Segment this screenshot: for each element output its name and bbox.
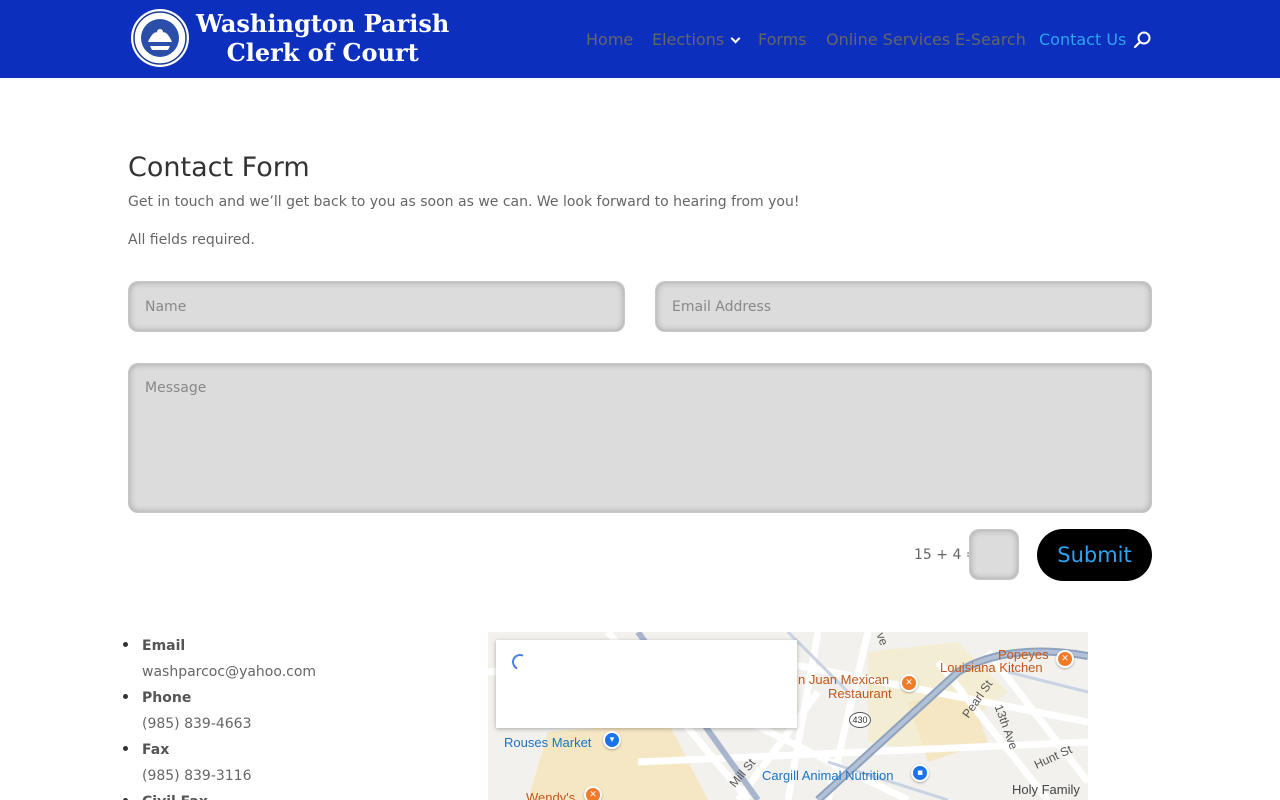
contact-fax-label: Fax — [142, 742, 170, 758]
restaurant-pin-icon[interactable]: ✕ — [1056, 650, 1074, 668]
map-poi-holy-family[interactable]: Holy Family — [1012, 782, 1080, 797]
captcha-question: 15 + 4 = — [914, 547, 978, 563]
nav-online-services[interactable]: Online Services — [826, 30, 950, 49]
shopping-cart-pin-icon[interactable]: ▾ — [603, 731, 621, 749]
map-poi-juan-mexican[interactable]: n Juan Mexican — [798, 672, 889, 687]
contact-fax-value: (985) 839-3116 — [142, 768, 252, 784]
page-title: Contact Form — [128, 152, 310, 183]
list-item: Fax (985) 839-3116 — [120, 737, 316, 789]
chevron-down-icon — [730, 33, 741, 44]
captcha-field-wrapper — [969, 529, 1019, 580]
name-field-wrapper — [128, 281, 625, 332]
required-note: All fields required. — [128, 232, 255, 248]
email-field-wrapper — [655, 281, 1152, 332]
nav-e-search[interactable]: E-Search — [955, 30, 1026, 49]
route-shield-icon: 430 — [849, 712, 871, 728]
map-poi-rouses-market[interactable]: Rouses Market — [504, 735, 591, 750]
nav-elections-label: Elections — [652, 30, 725, 49]
submit-button[interactable]: Submit — [1037, 529, 1152, 581]
contact-details-list: Email washparcoc@yahoo.com Phone (985) 8… — [120, 633, 316, 800]
logo-title: Washington Parish — [196, 9, 450, 38]
site-header: Washington Parish Clerk of Court Home El… — [0, 0, 1280, 78]
map-poi-cargill-animal-nutrition[interactable]: Cargill Animal Nutrition — [762, 768, 894, 783]
form-intro-text: Get in touch and we’ll get back to you a… — [128, 194, 800, 210]
nav-elections[interactable]: Elections — [652, 30, 741, 49]
embedded-map[interactable]: Popeyes Louisiana Kitchen ✕ n Juan Mexic… — [488, 632, 1088, 800]
message-textarea[interactable] — [145, 380, 1151, 512]
logo-text: Washington Parish Clerk of Court — [196, 9, 449, 67]
restaurant-pin-icon[interactable]: ✕ — [584, 786, 602, 800]
site-logo[interactable]: Washington Parish Clerk of Court — [130, 8, 449, 68]
email-input[interactable] — [672, 282, 1151, 331]
list-item: Email washparcoc@yahoo.com — [120, 633, 316, 685]
louisiana-seal-icon — [131, 9, 189, 67]
contact-phone-label: Phone — [142, 690, 192, 706]
loading-spinner-icon — [509, 651, 531, 673]
contact-email-value: washparcoc@yahoo.com — [142, 664, 317, 680]
list-item: Phone (985) 839-4663 — [120, 685, 316, 737]
nav-forms[interactable]: Forms — [758, 30, 807, 49]
contact-phone-value: (985) 839-4663 — [142, 716, 252, 732]
contact-civil-fax-label: Civil Fax — [142, 789, 316, 800]
list-item: Civil Fax — [120, 789, 316, 800]
restaurant-pin-icon[interactable]: ✕ — [900, 674, 918, 692]
map-poi-restaurant[interactable]: Restaurant — [828, 686, 892, 701]
nav-contact-us[interactable]: Contact Us — [1039, 30, 1126, 49]
map-loading-overlay — [496, 640, 797, 728]
logo-subtitle: Clerk of Court — [226, 38, 419, 67]
name-input[interactable] — [145, 282, 624, 331]
nav-home[interactable]: Home — [586, 30, 633, 49]
captcha-input[interactable] — [970, 530, 1018, 579]
message-field-wrapper — [128, 363, 1152, 513]
search-icon[interactable] — [1133, 30, 1153, 50]
shopping-bag-pin-icon[interactable]: ▪ — [911, 764, 929, 782]
map-poi-louisiana-kitchen[interactable]: Louisiana Kitchen — [940, 660, 1043, 675]
contact-email-label: Email — [142, 638, 186, 654]
map-poi-wendys[interactable]: Wendy's — [526, 790, 575, 800]
